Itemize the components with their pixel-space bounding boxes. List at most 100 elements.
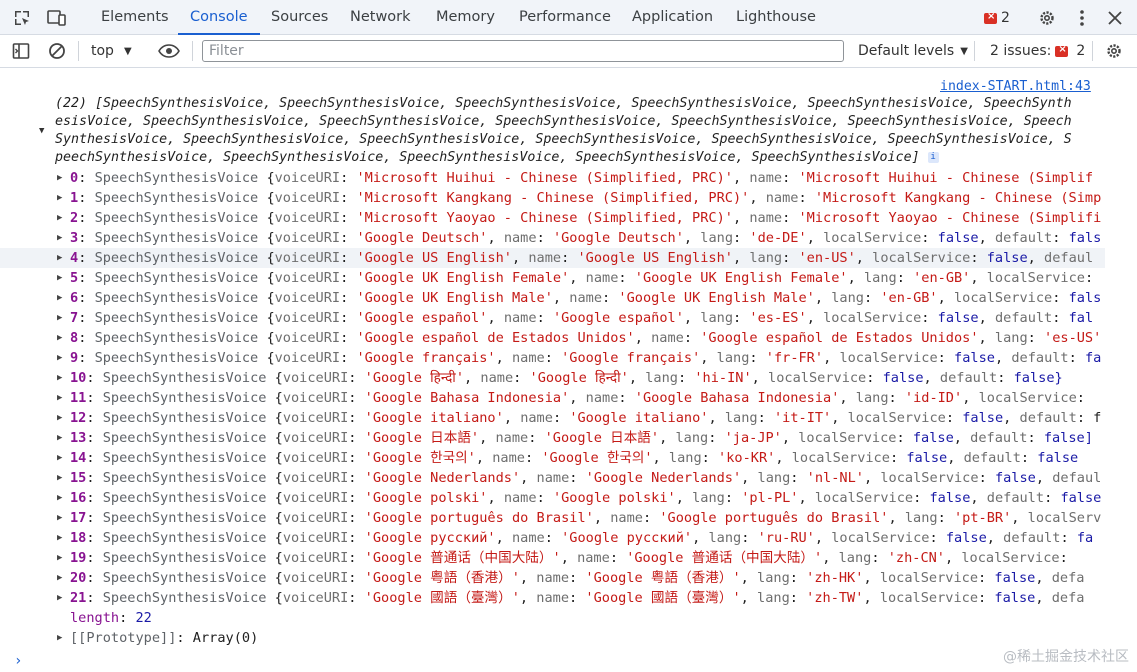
voice-row[interactable]: ▶ 2: SpeechSynthesisVoice {voiceURI: 'Mic…	[0, 208, 1105, 228]
class-name: SpeechSynthesisVoice	[94, 210, 267, 226]
local-service-value: false	[912, 430, 954, 446]
expand-triangle-icon[interactable]: ▼	[39, 126, 44, 136]
source-link[interactable]: index-START.html:43	[940, 79, 1091, 94]
filter-input[interactable]	[202, 40, 844, 62]
voice-row[interactable]: ▶ 17: SpeechSynthesisVoice {voiceURI: 'Go…	[0, 508, 1105, 528]
tab-network[interactable]: Network	[338, 0, 423, 34]
voice-lang-value: 'ko-KR'	[718, 450, 776, 466]
expand-triangle-icon[interactable]: ▶	[57, 168, 62, 188]
info-icon[interactable]: i	[927, 151, 939, 163]
clear-console-icon[interactable]	[46, 40, 68, 62]
expand-triangle-icon[interactable]: ▶	[57, 468, 62, 488]
expand-triangle-icon[interactable]: ▶	[57, 288, 62, 308]
close-icon[interactable]	[1104, 7, 1126, 29]
voice-row[interactable]: ▶ 11: SpeechSynthesisVoice {voiceURI: 'Go…	[0, 388, 1105, 408]
expand-triangle-icon[interactable]: ▶	[57, 508, 62, 528]
expand-triangle-icon[interactable]: ▶	[57, 188, 62, 208]
voice-name-value: 'Google português do Brasil'	[659, 510, 889, 526]
expand-triangle-icon[interactable]: ▶	[57, 228, 62, 248]
voice-uri-value: 'Google português do Brasil'	[364, 510, 594, 526]
expand-triangle-icon[interactable]: ▶	[57, 408, 62, 428]
voice-row[interactable]: ▶ 3: SpeechSynthesisVoice {voiceURI: 'Goo…	[0, 228, 1105, 248]
voice-row[interactable]: ▶ 16: SpeechSynthesisVoice {voiceURI: 'Go…	[0, 488, 1105, 508]
class-name: SpeechSynthesisVoice	[94, 170, 267, 186]
prototype-value: Array(0)	[192, 630, 259, 646]
voice-row[interactable]: ▶ 4: SpeechSynthesisVoice {voiceURI: 'Goo…	[0, 248, 1105, 268]
expand-triangle-icon[interactable]: ▶	[57, 348, 62, 368]
expand-triangle-icon[interactable]: ▶	[57, 328, 62, 348]
settings-gear-icon[interactable]	[1036, 7, 1058, 29]
expand-triangle-icon[interactable]: ▶	[57, 368, 62, 388]
expand-triangle-icon[interactable]: ▶	[57, 548, 62, 568]
default-value: false]	[1043, 430, 1093, 446]
expand-triangle-icon[interactable]: ▶	[57, 568, 62, 588]
voice-row[interactable]: ▶ 14: SpeechSynthesisVoice {voiceURI: 'Go…	[0, 448, 1105, 468]
inspect-element-icon[interactable]	[11, 7, 33, 29]
voice-lang-value: 'zh-HK'	[806, 570, 864, 586]
tab-elements[interactable]: Elements	[89, 0, 181, 34]
context-selector[interactable]: top ▼	[91, 43, 132, 59]
tab-console[interactable]: Console	[178, 0, 260, 35]
tab-performance[interactable]: Performance	[507, 0, 623, 34]
voice-name-value: 'Google 粤語（香港）'	[585, 570, 741, 586]
voice-row[interactable]: ▶ 10: SpeechSynthesisVoice {voiceURI: 'Go…	[0, 368, 1105, 388]
class-name: SpeechSynthesisVoice	[94, 270, 267, 286]
voice-name-value: 'Google русский'	[561, 530, 693, 546]
expand-triangle-icon[interactable]: ▶	[57, 588, 62, 608]
length-key: length	[70, 610, 120, 626]
expand-triangle-icon[interactable]: ▶	[57, 308, 62, 328]
tab-memory[interactable]: Memory	[424, 0, 507, 34]
class-name: SpeechSynthesisVoice	[94, 290, 267, 306]
tab-application[interactable]: Application	[620, 0, 725, 34]
voice-row[interactable]: ▶ 0: SpeechSynthesisVoice {voiceURI: 'Mic…	[0, 168, 1105, 188]
voice-row[interactable]: ▶ 15: SpeechSynthesisVoice {voiceURI: 'Go…	[0, 468, 1105, 488]
expand-triangle-icon[interactable]: ▶	[57, 488, 62, 508]
voice-name-value: 'Google US English'	[577, 250, 733, 266]
device-toolbar-icon[interactable]	[46, 7, 68, 29]
expand-triangle-icon[interactable]: ▶	[57, 628, 62, 648]
tab-sources[interactable]: Sources	[259, 0, 340, 34]
array-summary[interactable]: (22) [SpeechSynthesisVoice, SpeechSynthe…	[55, 95, 1103, 167]
expand-triangle-icon[interactable]: ▶	[57, 248, 62, 268]
voice-row[interactable]: ▶ 19: SpeechSynthesisVoice {voiceURI: 'Go…	[0, 548, 1105, 568]
summary-line-text: peechSynthesisVoice, SpeechSynthesisVoic…	[55, 150, 920, 165]
console-prompt-icon[interactable]: ›	[14, 653, 22, 669]
toolbar-divider	[974, 41, 975, 61]
log-levels-dropdown[interactable]: Default levels ▼	[858, 43, 968, 59]
prototype-row[interactable]: ▶ [[Prototype]]: Array(0)	[0, 628, 1105, 648]
expand-triangle-icon[interactable]: ▶	[57, 388, 62, 408]
expand-triangle-icon[interactable]: ▶	[57, 268, 62, 288]
voice-name-value: 'Google 國語（臺灣）'	[585, 590, 741, 606]
expand-triangle-icon[interactable]: ▶	[57, 528, 62, 548]
expand-triangle-icon[interactable]: ▶	[57, 448, 62, 468]
voice-row[interactable]: ▶ 18: SpeechSynthesisVoice {voiceURI: 'Go…	[0, 528, 1105, 548]
more-options-icon[interactable]	[1071, 7, 1093, 29]
voice-row[interactable]: ▶ 6: SpeechSynthesisVoice {voiceURI: 'Goo…	[0, 288, 1105, 308]
voice-uri-value: 'Google US English'	[356, 250, 512, 266]
issues-counter[interactable]: 2 issues: 2	[990, 43, 1085, 59]
error-badge[interactable]: 2	[984, 10, 1010, 26]
voice-row[interactable]: ▶ 21: SpeechSynthesisVoice {voiceURI: 'Go…	[0, 588, 1105, 608]
local-service-value: false	[929, 490, 971, 506]
console-settings-gear-icon[interactable]	[1103, 40, 1125, 62]
voice-row[interactable]: ▶ 9: SpeechSynthesisVoice {voiceURI: 'Goo…	[0, 348, 1105, 368]
voice-name-value: 'Google UK English Female'	[634, 270, 848, 286]
voice-row[interactable]: ▶ 8: SpeechSynthesisVoice {voiceURI: 'Goo…	[0, 328, 1105, 348]
summary-line: esisVoice, SpeechSynthesisVoice, SpeechS…	[55, 114, 1072, 129]
voice-row[interactable]: ▶ 12: SpeechSynthesisVoice {voiceURI: 'Go…	[0, 408, 1105, 428]
voice-row[interactable]: ▶ 5: SpeechSynthesisVoice {voiceURI: 'Goo…	[0, 268, 1105, 288]
expand-triangle-icon[interactable]: ▶	[57, 208, 62, 228]
voice-row[interactable]: ▶ 13: SpeechSynthesisVoice {voiceURI: 'Go…	[0, 428, 1105, 448]
local-service-value: fals	[1068, 290, 1102, 306]
row-index: 18	[70, 530, 87, 546]
row-index: 2	[70, 210, 79, 226]
sidebar-toggle-icon[interactable]	[10, 40, 32, 62]
voice-name-value: 'Google 普通话（中国大陆）'	[626, 550, 823, 566]
expand-triangle-icon[interactable]: ▶	[57, 428, 62, 448]
row-index: 15	[70, 470, 87, 486]
tab-lighthouse[interactable]: Lighthouse	[724, 0, 828, 34]
voice-row[interactable]: ▶ 20: SpeechSynthesisVoice {voiceURI: 'Go…	[0, 568, 1105, 588]
live-expression-eye-icon[interactable]	[158, 40, 180, 62]
voice-row[interactable]: ▶ 7: SpeechSynthesisVoice {voiceURI: 'Goo…	[0, 308, 1105, 328]
voice-row[interactable]: ▶ 1: SpeechSynthesisVoice {voiceURI: 'Mic…	[0, 188, 1105, 208]
